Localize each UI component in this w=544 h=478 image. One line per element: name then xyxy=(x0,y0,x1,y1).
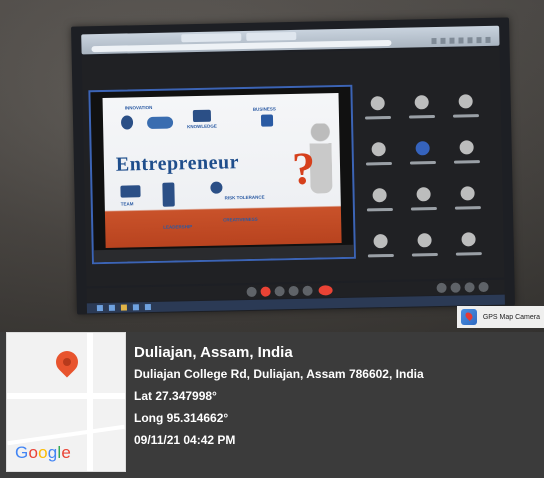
photo: INNOVATION BUSINESS KNOWLEDGE TEAM LEADE… xyxy=(0,0,544,332)
avatar xyxy=(370,96,385,111)
gps-camera-logo-icon xyxy=(460,309,477,325)
captions-icon xyxy=(274,286,285,297)
taskbar-app-icon xyxy=(144,304,151,311)
slide-title: Entrepreneur xyxy=(115,151,240,176)
taskbar-app-icon xyxy=(108,304,115,311)
avatar xyxy=(459,140,474,155)
participant-name xyxy=(365,161,392,166)
slide-word: CREATIVENESS xyxy=(223,216,258,223)
taskbar-app-icon xyxy=(120,304,127,311)
avatar xyxy=(415,141,430,156)
browser-icons xyxy=(431,36,492,45)
participant-name xyxy=(452,114,480,118)
map-pin-dot xyxy=(63,358,71,366)
avatar xyxy=(458,94,473,109)
slide-word: KNOWLEDGE xyxy=(187,123,217,130)
location-longitude: Long 95.314662° xyxy=(134,411,229,425)
browser-tab xyxy=(181,33,242,43)
slide-word: TEAM xyxy=(120,201,134,207)
participant-name xyxy=(408,115,436,119)
avatar xyxy=(461,232,476,247)
map-road xyxy=(7,393,125,399)
participant-tile xyxy=(449,226,488,265)
team-icon xyxy=(120,185,141,198)
participant-tile xyxy=(403,135,442,174)
participant-name xyxy=(367,253,394,258)
location-info: Duliajan, Assam, India Duliajan College … xyxy=(134,342,424,451)
house-arrow-icon xyxy=(260,114,274,127)
browser-tab xyxy=(246,31,297,41)
lightbulb-icon xyxy=(120,115,134,130)
participant-tile xyxy=(447,134,486,173)
video-call-window: INNOVATION BUSINESS KNOWLEDGE TEAM LEADE… xyxy=(81,47,505,287)
info-icon xyxy=(436,282,447,294)
participant-tile xyxy=(359,136,398,175)
gps-camera-label: GPS Map Camera xyxy=(482,313,540,321)
participant-tile xyxy=(361,228,400,267)
participant-name xyxy=(409,161,436,165)
presentation-slide: INNOVATION BUSINESS KNOWLEDGE TEAM LEADE… xyxy=(102,93,342,248)
monitor-screen: INNOVATION BUSINESS KNOWLEDGE TEAM LEADE… xyxy=(71,17,515,315)
participant-tile xyxy=(446,88,485,127)
leader-icon xyxy=(162,182,175,207)
avatar xyxy=(414,95,429,110)
more-icon xyxy=(302,285,313,296)
avatar xyxy=(371,142,386,157)
participant-tile xyxy=(404,181,443,220)
participant-name xyxy=(364,115,392,120)
gps-camera-badge: GPS Map Camera xyxy=(456,306,544,328)
people-icon xyxy=(450,282,461,293)
presentation-frame: INNOVATION BUSINESS KNOWLEDGE TEAM LEADE… xyxy=(88,84,356,265)
participant-name xyxy=(454,206,481,210)
slide-word: INNOVATION xyxy=(124,104,153,111)
participant-name xyxy=(455,252,482,256)
brain-icon xyxy=(146,116,174,130)
google-logo: Google xyxy=(15,443,72,462)
participant-name xyxy=(453,160,480,164)
map-thumbnail: Google xyxy=(6,332,126,472)
participant-name xyxy=(410,206,437,211)
slide-word: LEADERSHIP xyxy=(163,224,193,230)
end-call-icon xyxy=(318,285,333,296)
camera-off-icon xyxy=(260,286,271,297)
present-icon xyxy=(288,285,299,297)
participant-tile xyxy=(360,182,399,221)
chat-icon xyxy=(464,282,475,293)
avatar xyxy=(460,186,475,201)
location-city: Duliajan, Assam, India xyxy=(134,344,293,361)
slide-word: BUSINESS xyxy=(252,106,276,112)
participant-grid xyxy=(358,88,494,281)
location-address: Duliajan College Rd, Duliajan, Assam 786… xyxy=(134,367,424,381)
activities-icon xyxy=(478,281,489,293)
participant-tile xyxy=(405,227,444,266)
location-latitude: Lat 27.347998° xyxy=(134,389,217,403)
question-mark-icon: ? xyxy=(291,142,316,195)
start-icon xyxy=(96,305,103,312)
taskbar-app-icon xyxy=(132,304,139,311)
location-timestamp: 09/11/21 04:42 PM xyxy=(134,433,236,447)
map-road xyxy=(87,333,93,471)
slide-word: RISK TOLERANCE xyxy=(224,194,265,201)
avatar xyxy=(373,234,388,249)
avatar xyxy=(416,187,431,202)
participant-name xyxy=(411,252,438,257)
books-icon xyxy=(192,109,212,123)
mic-icon xyxy=(246,286,257,297)
participant-tile xyxy=(448,180,487,219)
avatar xyxy=(417,233,432,248)
participant-tile xyxy=(358,90,397,129)
participant-tile xyxy=(402,89,441,128)
participant-name xyxy=(366,207,393,212)
avatar xyxy=(372,188,387,203)
info-icon xyxy=(210,181,223,194)
